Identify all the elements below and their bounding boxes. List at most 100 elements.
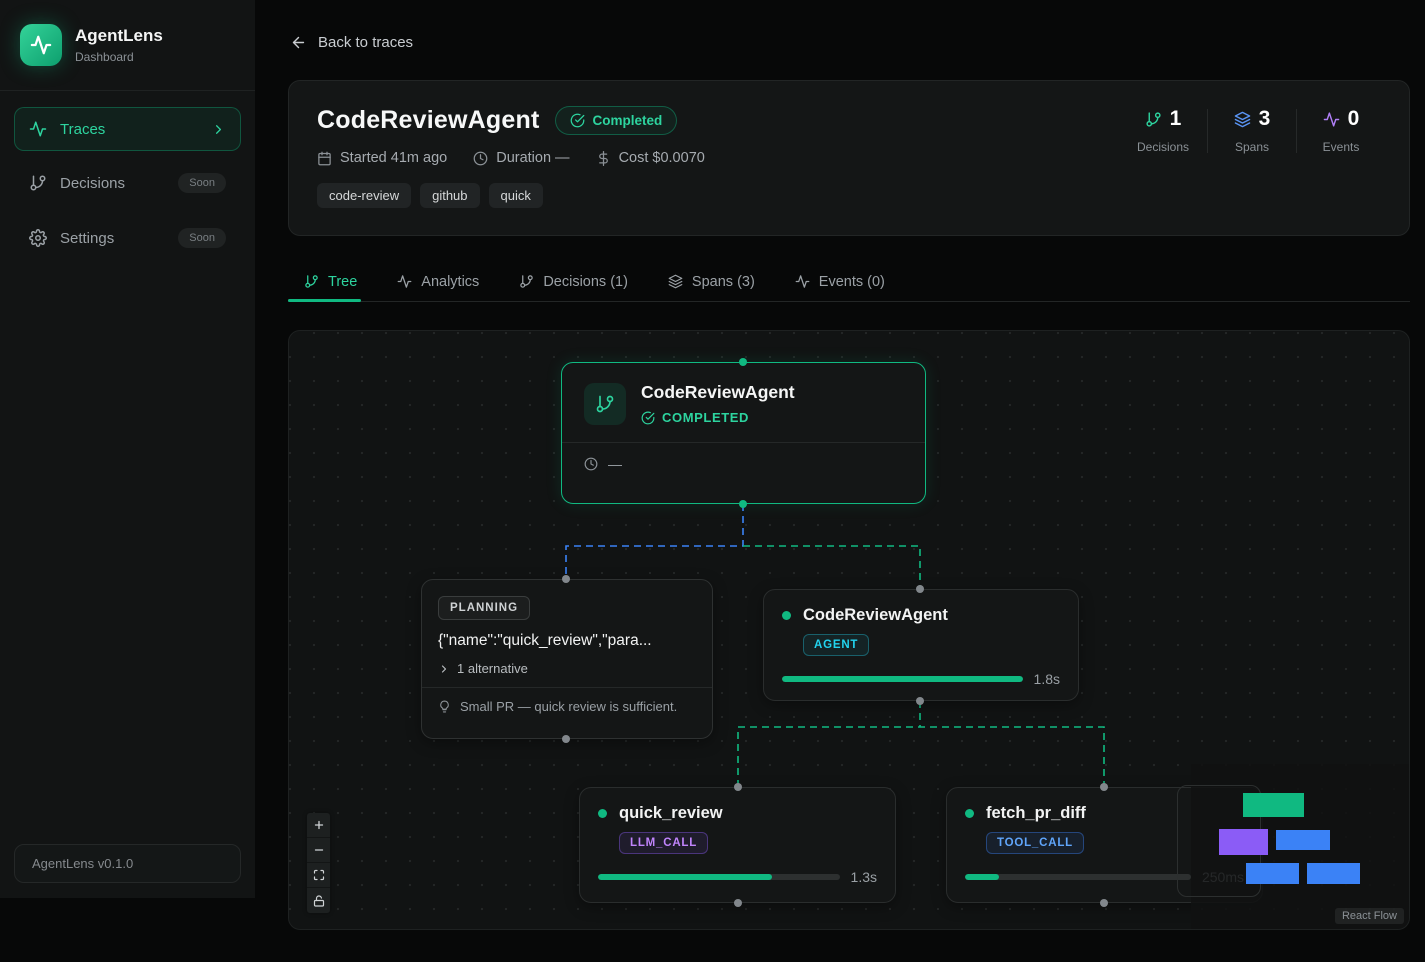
check-circle-icon	[570, 113, 585, 128]
handle-decision-bottom	[562, 735, 570, 743]
node-span-agent[interactable]: CodeReviewAgent AGENT 1.8s	[763, 589, 1079, 701]
handle-fetch-bottom	[1100, 899, 1108, 907]
node-title: CodeReviewAgent	[803, 606, 948, 625]
stat-value: 0	[1348, 107, 1360, 131]
alternatives-toggle[interactable]: 1 alternative	[438, 661, 696, 676]
activity-icon	[1323, 111, 1340, 128]
maximize-icon	[313, 869, 325, 881]
activity-icon	[397, 274, 412, 289]
tab-analytics[interactable]: Analytics	[397, 262, 479, 301]
tab-label: Spans (3)	[692, 274, 755, 290]
sidebar-item-decisions[interactable]: Decisions Soon	[14, 160, 241, 206]
status-dot	[782, 611, 791, 620]
node-span-quick-review[interactable]: quick_review LLM_CALL 1.3s	[579, 787, 896, 903]
minimap-node-decision	[1219, 829, 1268, 855]
decision-summary: {"name":"quick_review","para...	[438, 632, 696, 650]
decision-reason: Small PR — quick review is sufficient.	[460, 699, 677, 714]
node-decision-planning[interactable]: PLANNING {"name":"quick_review","para...…	[421, 579, 713, 739]
handle-root-top	[739, 358, 747, 366]
edge-agent-to-children	[738, 701, 1104, 787]
activity-icon	[29, 120, 47, 138]
duration-bar-track	[782, 676, 1023, 682]
minimap-node-quick-review	[1246, 863, 1299, 884]
handle-decision-top	[562, 575, 570, 583]
trace-tree-canvas[interactable]: CodeReviewAgent COMPLETED — PLANNING {"n…	[288, 330, 1410, 930]
lightbulb-icon	[438, 700, 451, 713]
page-title: CodeReviewAgent	[317, 106, 539, 135]
tab-label: Analytics	[421, 274, 479, 290]
duration-bar-fill	[598, 874, 772, 880]
handle-quick-top	[734, 783, 742, 791]
stat-events: 0 Events	[1297, 107, 1385, 154]
tab-tree[interactable]: Tree	[304, 262, 357, 301]
app-version: AgentLens v0.1.0	[14, 844, 241, 883]
activity-icon	[30, 34, 52, 56]
sidebar-item-settings[interactable]: Settings Soon	[14, 215, 241, 261]
tag: github	[420, 183, 479, 208]
app-name: AgentLens	[75, 26, 163, 46]
minus-icon	[313, 844, 325, 856]
sidebar-nav: Traces Decisions Soon Settings Soon	[0, 91, 255, 277]
app-subtitle: Dashboard	[75, 50, 163, 64]
unlock-icon	[313, 895, 325, 907]
git-branch-icon	[519, 274, 534, 289]
node-root-agent[interactable]: CodeReviewAgent COMPLETED —	[561, 362, 926, 504]
lock-toggle-button[interactable]	[307, 888, 330, 913]
tab-label: Decisions (1)	[543, 274, 628, 290]
calendar-icon	[317, 151, 332, 166]
status-badge: Completed	[555, 106, 677, 135]
back-to-traces-link[interactable]: Back to traces	[290, 34, 413, 51]
minimap-node-fetch-pr-diff	[1307, 863, 1360, 884]
minimap[interactable]: React Flow	[1191, 764, 1409, 929]
stat-decisions: 1 Decisions	[1119, 107, 1207, 154]
back-link-label: Back to traces	[318, 34, 413, 51]
status-dot	[965, 809, 974, 818]
stat-spans: 3 Spans	[1208, 107, 1296, 154]
decision-type-badge: PLANNING	[438, 596, 530, 620]
handle-quick-bottom	[734, 899, 742, 907]
activity-icon	[795, 274, 810, 289]
span-type-badge: AGENT	[803, 634, 869, 656]
tab-label: Events (0)	[819, 274, 885, 290]
sidebar-item-label: Traces	[60, 121, 105, 138]
node-duration: 1.8s	[1034, 671, 1060, 687]
git-branch-icon	[1145, 111, 1162, 128]
react-flow-attribution: React Flow	[1335, 908, 1404, 924]
duration-bar-fill	[965, 874, 999, 880]
stat-label: Decisions	[1137, 140, 1189, 154]
duration-label: Duration —	[496, 150, 569, 166]
zoom-in-button[interactable]	[307, 813, 330, 838]
sidebar-item-traces[interactable]: Traces	[14, 107, 241, 151]
zoom-out-button[interactable]	[307, 838, 330, 863]
duration-meta: Duration —	[473, 150, 569, 166]
layers-icon	[1234, 111, 1251, 128]
tags-row: code-review github quick	[317, 183, 1381, 208]
status-label: Completed	[592, 113, 662, 128]
span-type-badge: LLM_CALL	[619, 832, 708, 854]
duration-bar-fill	[782, 676, 1023, 682]
minimap-node-root	[1243, 793, 1304, 817]
plus-icon	[313, 819, 325, 831]
edge-root-to-agent	[743, 546, 920, 587]
stat-value: 1	[1170, 107, 1182, 131]
fit-view-button[interactable]	[307, 863, 330, 888]
stat-value: 3	[1259, 107, 1271, 131]
arrow-left-icon	[290, 34, 307, 51]
node-title: quick_review	[619, 804, 723, 823]
tag: code-review	[317, 183, 411, 208]
chevron-right-icon	[211, 122, 226, 137]
clock-icon	[473, 151, 488, 166]
status-dot	[598, 809, 607, 818]
handle-root-bottom	[739, 500, 747, 508]
alternatives-label: 1 alternative	[457, 661, 528, 676]
detail-tabs: Tree Analytics Decisions (1) Spans (3) E…	[288, 262, 1410, 302]
layers-icon	[668, 274, 683, 289]
handle-agent-bottom	[916, 697, 924, 705]
tab-decisions[interactable]: Decisions (1)	[519, 262, 628, 301]
tab-events[interactable]: Events (0)	[795, 262, 885, 301]
handle-agent-top	[916, 585, 924, 593]
sidebar-header: AgentLens Dashboard	[0, 0, 255, 91]
tab-spans[interactable]: Spans (3)	[668, 262, 755, 301]
started-meta: Started 41m ago	[317, 150, 447, 166]
dollar-icon	[596, 151, 611, 166]
